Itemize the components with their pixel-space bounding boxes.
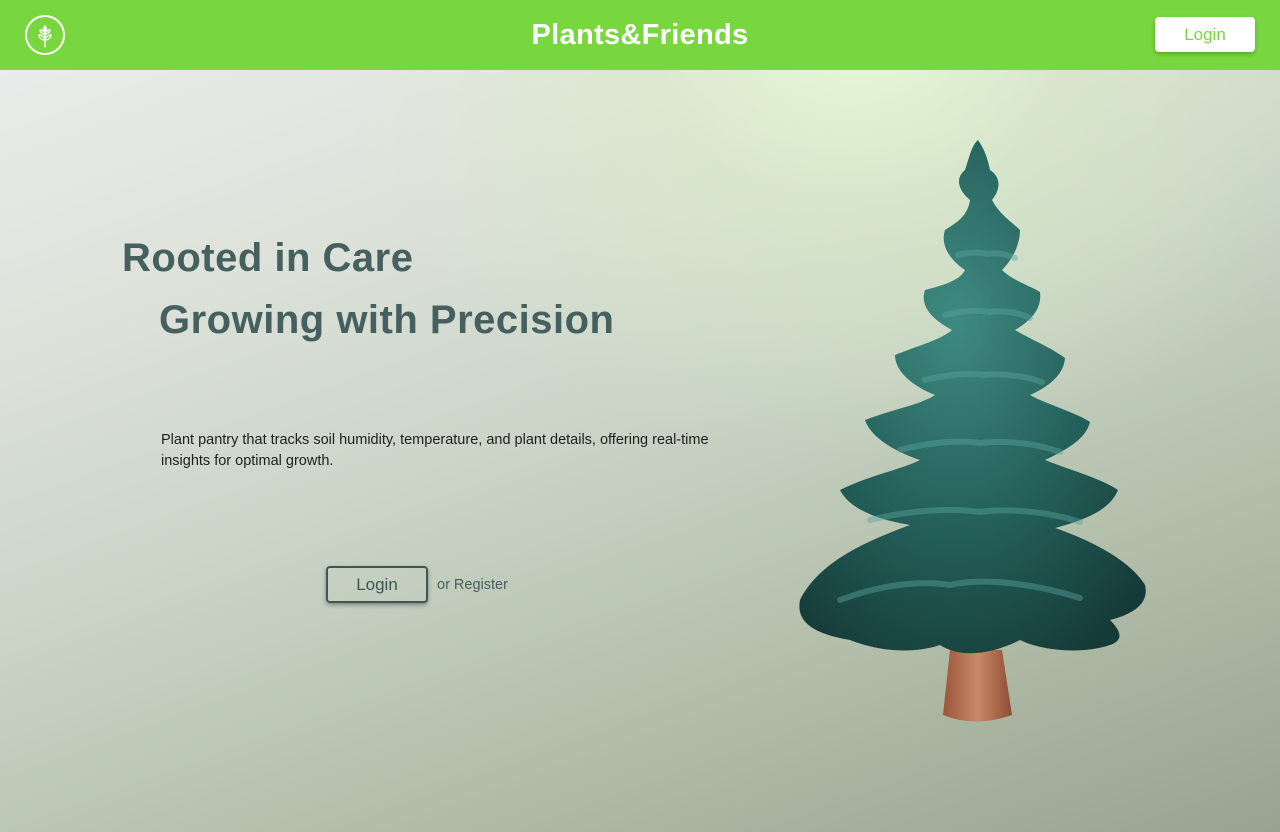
register-link[interactable]: or Register: [437, 577, 508, 593]
leaf-sprout-icon: [38, 25, 52, 48]
hero-login-button[interactable]: Login: [326, 566, 428, 603]
top-navigation-bar: Plants&Friends Login: [0, 0, 1280, 70]
pine-tree-illustration: [799, 140, 1146, 722]
header-login-button[interactable]: Login: [1155, 17, 1255, 52]
logo[interactable]: [25, 15, 65, 55]
brand-title: Plants&Friends: [531, 18, 749, 51]
headline-line-1: Rooted in Care: [122, 236, 414, 280]
hero-description: Plant pantry that tracks soil humidity, …: [161, 432, 709, 469]
headline-line-2: Growing with Precision: [159, 298, 615, 342]
